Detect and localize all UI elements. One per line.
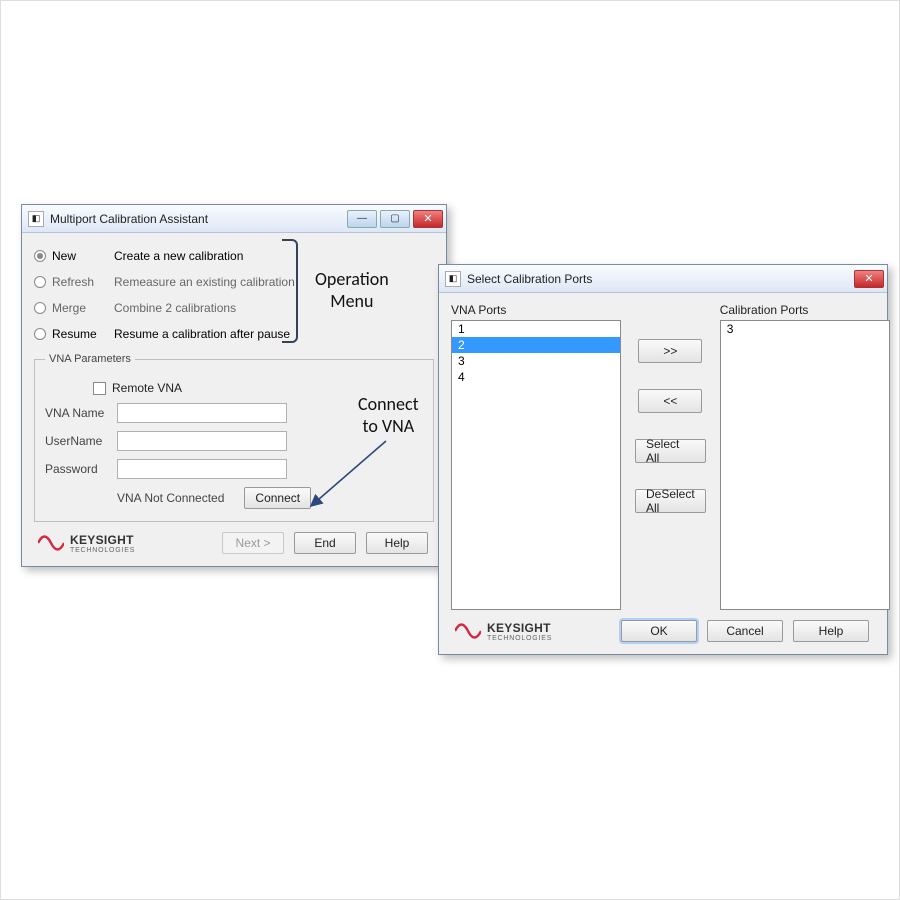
radio-label: New	[52, 249, 114, 263]
ok-button[interactable]: OK	[621, 620, 697, 642]
vna-status-text: VNA Not Connected	[117, 491, 224, 505]
operation-menu-callout: Operation Menu	[315, 268, 389, 312]
window-title: Select Calibration Ports	[467, 272, 854, 286]
radio-icon	[34, 276, 46, 288]
window-buttons: ✕	[854, 270, 884, 288]
vna-status-row: VNA Not Connected Connect	[117, 487, 423, 509]
password-label: Password	[45, 462, 117, 476]
radio-desc: Remeasure an existing calibration	[114, 275, 295, 289]
vna-ports-label: VNA Ports	[451, 303, 621, 317]
logo-icon	[38, 534, 64, 552]
transfer-buttons: >> << Select All DeSelect All	[635, 339, 706, 513]
calibration-ports-label: Calibration Ports	[720, 303, 890, 317]
vna-parameters-group: VNA Parameters Remote VNA VNA Name UserN…	[34, 353, 434, 522]
logo-brand: KEYSIGHT	[487, 621, 552, 635]
list-item[interactable]: 1	[452, 321, 620, 337]
list-item[interactable]: 2	[452, 337, 620, 353]
radio-resume[interactable]: Resume Resume a calibration after pause	[34, 321, 434, 347]
window-title: Multiport Calibration Assistant	[50, 212, 347, 226]
help-button[interactable]: Help	[793, 620, 869, 642]
list-item[interactable]: 3	[452, 353, 620, 369]
dialog-footer: KEYSIGHT TECHNOLOGIES Next > End Help	[34, 522, 434, 558]
keysight-logo: KEYSIGHT TECHNOLOGIES	[38, 533, 135, 554]
close-button[interactable]: ✕	[413, 210, 443, 228]
radio-desc: Resume a calibration after pause	[114, 327, 290, 341]
deselect-all-button[interactable]: DeSelect All	[635, 489, 706, 513]
username-label: UserName	[45, 434, 117, 448]
remote-vna-label: Remote VNA	[112, 381, 182, 395]
minimize-button[interactable]: —	[347, 210, 377, 228]
vna-name-label: VNA Name	[45, 406, 117, 420]
maximize-button[interactable]: ▢	[380, 210, 410, 228]
radio-new[interactable]: New Create a new calibration	[34, 243, 434, 269]
title-bar: ◧ Multiport Calibration Assistant — ▢ ✕	[22, 205, 446, 233]
radio-desc: Create a new calibration	[114, 249, 243, 263]
cancel-button[interactable]: Cancel	[707, 620, 783, 642]
next-button[interactable]: Next >	[222, 532, 284, 554]
dialog-footer: KEYSIGHT TECHNOLOGIES OK Cancel Help	[451, 610, 875, 646]
close-button[interactable]: ✕	[854, 270, 884, 288]
radio-label: Resume	[52, 327, 114, 341]
radio-desc: Combine 2 calibrations	[114, 301, 236, 315]
logo-sub: TECHNOLOGIES	[487, 635, 552, 642]
username-field[interactable]	[117, 431, 287, 451]
keysight-logo: KEYSIGHT TECHNOLOGIES	[455, 621, 552, 642]
radio-label: Refresh	[52, 275, 114, 289]
radio-label: Merge	[52, 301, 114, 315]
app-icon: ◧	[28, 211, 44, 227]
move-right-button[interactable]: >>	[638, 339, 702, 363]
end-button[interactable]: End	[294, 532, 356, 554]
window-buttons: — ▢ ✕	[347, 210, 443, 228]
app-icon: ◧	[445, 271, 461, 287]
vna-ports-list[interactable]: 1234	[451, 320, 621, 610]
list-item[interactable]: 3	[721, 321, 889, 337]
vna-ports-column: VNA Ports 1234	[451, 303, 621, 610]
help-button[interactable]: Help	[366, 532, 428, 554]
logo-brand: KEYSIGHT	[70, 533, 135, 547]
list-item[interactable]: 4	[452, 369, 620, 385]
logo-icon	[455, 622, 481, 640]
select-calibration-ports-dialog: ◧ Select Calibration Ports ✕ VNA Ports 1…	[438, 264, 888, 655]
calibration-ports-list[interactable]: 3	[720, 320, 890, 610]
select-all-button[interactable]: Select All	[635, 439, 706, 463]
password-row: Password	[45, 459, 423, 479]
radio-icon	[34, 250, 46, 262]
dialog-body: VNA Ports 1234 >> << Select All DeSelect…	[439, 293, 887, 654]
group-title: VNA Parameters	[45, 353, 135, 365]
title-bar: ◧ Select Calibration Ports ✕	[439, 265, 887, 293]
connect-button[interactable]: Connect	[244, 487, 311, 509]
calibration-ports-column: Calibration Ports 3	[720, 303, 890, 610]
vna-name-field[interactable]	[117, 403, 287, 423]
move-left-button[interactable]: <<	[638, 389, 702, 413]
radio-icon	[34, 328, 46, 340]
bracket-decoration	[282, 239, 298, 343]
logo-sub: TECHNOLOGIES	[70, 547, 135, 554]
connect-to-vna-callout: Connect to VNA	[358, 393, 419, 437]
ports-columns: VNA Ports 1234 >> << Select All DeSelect…	[451, 303, 875, 610]
password-field[interactable]	[117, 459, 287, 479]
radio-icon	[34, 302, 46, 314]
multiport-calibration-dialog: ◧ Multiport Calibration Assistant — ▢ ✕ …	[21, 204, 447, 567]
remote-vna-checkbox[interactable]	[93, 382, 106, 395]
